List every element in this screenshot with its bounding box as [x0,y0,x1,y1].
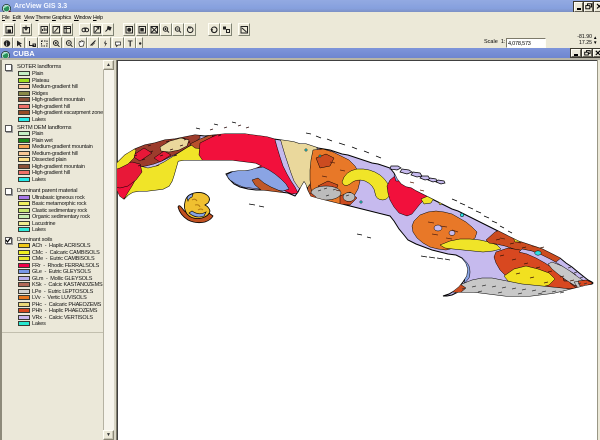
svg-text:T: T [128,40,133,49]
